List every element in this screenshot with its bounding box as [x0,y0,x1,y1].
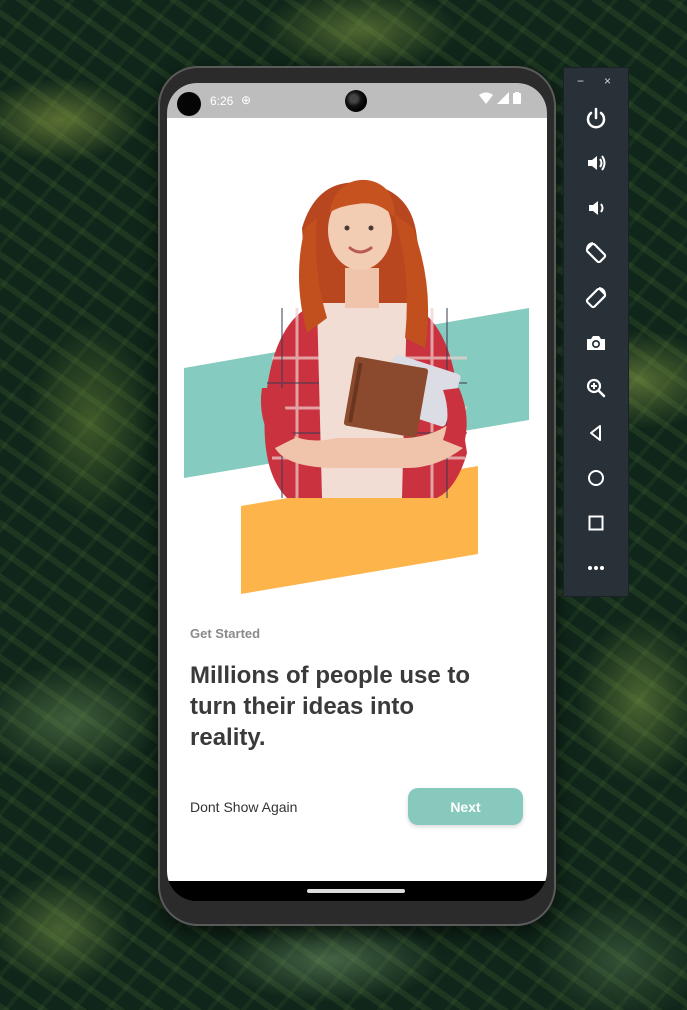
navigation-bar [167,881,547,901]
front-camera [345,90,367,112]
hero-illustration [184,179,529,594]
back-button[interactable] [580,417,612,449]
home-icon [588,470,604,486]
phone-screen: 6:26 ⊕ Get Started Millions of people us… [167,83,547,901]
section-label: Get Started [190,626,261,641]
rotate-right-button[interactable] [580,282,612,314]
status-time: 6:26 [210,94,234,108]
camera-icon [587,336,605,350]
home-button[interactable] [580,462,612,494]
zoom-button[interactable] [580,372,612,404]
power-icon [586,107,606,129]
overview-button[interactable] [580,507,612,539]
wifi-icon [479,92,493,104]
gesture-handle[interactable] [307,889,405,893]
emulator-toolbar: − × [563,67,629,597]
battery-icon [513,92,521,104]
headline: Millions of people use to turn their ide… [190,662,471,751]
volume-up-icon [588,155,606,171]
rotate-left-icon [585,242,607,264]
back-icon [590,425,601,441]
status-icons [479,92,521,104]
settings-status-icon: ⊕ [241,93,252,107]
overview-icon [588,515,604,531]
signal-icon [497,92,509,104]
power-button[interactable] [580,102,612,134]
phone-frame: 6:26 ⊕ Get Started Millions of people us… [158,66,556,926]
rotate-left-button[interactable] [580,237,612,269]
zoom-icon [586,378,606,398]
woman-figure [260,179,467,498]
status-bar: 6:26 ⊕ [167,83,547,118]
volume-down-icon [589,201,604,215]
minimize-button[interactable]: − [577,74,584,88]
next-button[interactable]: Next [408,788,523,825]
close-button[interactable]: × [604,74,611,88]
rotate-right-icon [585,287,607,309]
more-icon [588,566,604,570]
toolbar-window-controls: − × [564,74,628,92]
status-dot [177,92,201,116]
volume-up-button[interactable] [580,147,612,179]
screenshot-button[interactable] [580,327,612,359]
onboarding-screen: Get Started Millions of people use to tu… [167,118,547,881]
dont-show-again-link[interactable]: Dont Show Again [190,799,297,815]
volume-down-button[interactable] [580,192,612,224]
more-button[interactable] [580,552,612,584]
